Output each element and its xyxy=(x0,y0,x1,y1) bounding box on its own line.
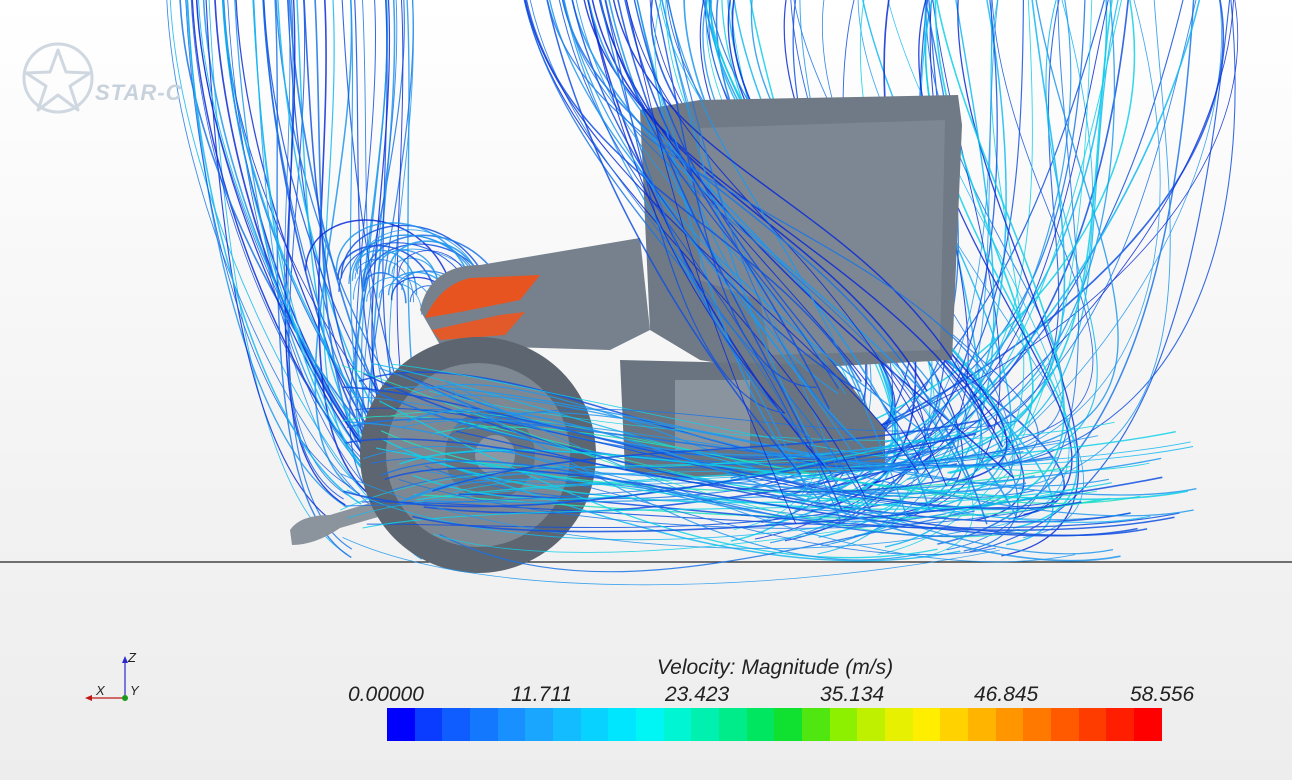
colorbar-swatch xyxy=(912,708,941,741)
colorbar-swatch xyxy=(940,708,969,741)
colorbar-swatch xyxy=(1051,708,1079,741)
legend-tick: 46.845 xyxy=(974,683,1039,706)
colorbar-swatch xyxy=(829,708,858,741)
colorbar-swatch xyxy=(553,708,581,741)
colorbar-swatch xyxy=(968,708,996,741)
colorbar-swatch xyxy=(414,708,443,741)
colorbar-swatch xyxy=(691,708,720,741)
colorbar-swatch xyxy=(525,708,554,741)
axis-x-label: X xyxy=(96,683,105,698)
legend-title: Velocity: Magnitude (m/s) xyxy=(656,656,894,679)
legend-tick: 23.423 xyxy=(665,683,730,706)
colorbar-swatch xyxy=(1023,708,1052,741)
colorbar-swatch xyxy=(802,708,830,741)
colorbar-swatch xyxy=(1134,708,1162,741)
colorbar-swatch xyxy=(608,708,637,741)
colorbar-swatch xyxy=(580,708,609,741)
colorbar-swatch xyxy=(774,708,803,741)
legend-tick: 0.00000 xyxy=(348,683,424,706)
velocity-colorbar xyxy=(387,708,1162,741)
colorbar-swatch xyxy=(387,708,415,741)
colorbar-swatch xyxy=(470,708,498,741)
colorbar-swatch xyxy=(719,708,747,741)
logo-text: STAR-C xyxy=(95,80,183,105)
streamline xyxy=(378,283,423,315)
colorbar-swatch xyxy=(995,708,1024,741)
axis-y-label: Y xyxy=(130,683,139,698)
legend-tick: 11.711 xyxy=(511,683,573,706)
legend-tick: 58.556 xyxy=(1130,683,1195,706)
colorbar-swatch xyxy=(497,708,526,741)
colorbar-swatch xyxy=(1078,708,1107,741)
colorbar-swatch xyxy=(1106,708,1135,741)
colorbar-swatch xyxy=(636,708,664,741)
colorbar-swatch xyxy=(442,708,471,741)
colorbar-swatch xyxy=(885,708,913,741)
colorbar-swatch xyxy=(663,708,692,741)
legend-tick: 35.134 xyxy=(820,683,885,706)
streamline xyxy=(997,0,1236,469)
colorbar-swatch xyxy=(746,708,775,741)
colorbar-swatch xyxy=(857,708,886,741)
